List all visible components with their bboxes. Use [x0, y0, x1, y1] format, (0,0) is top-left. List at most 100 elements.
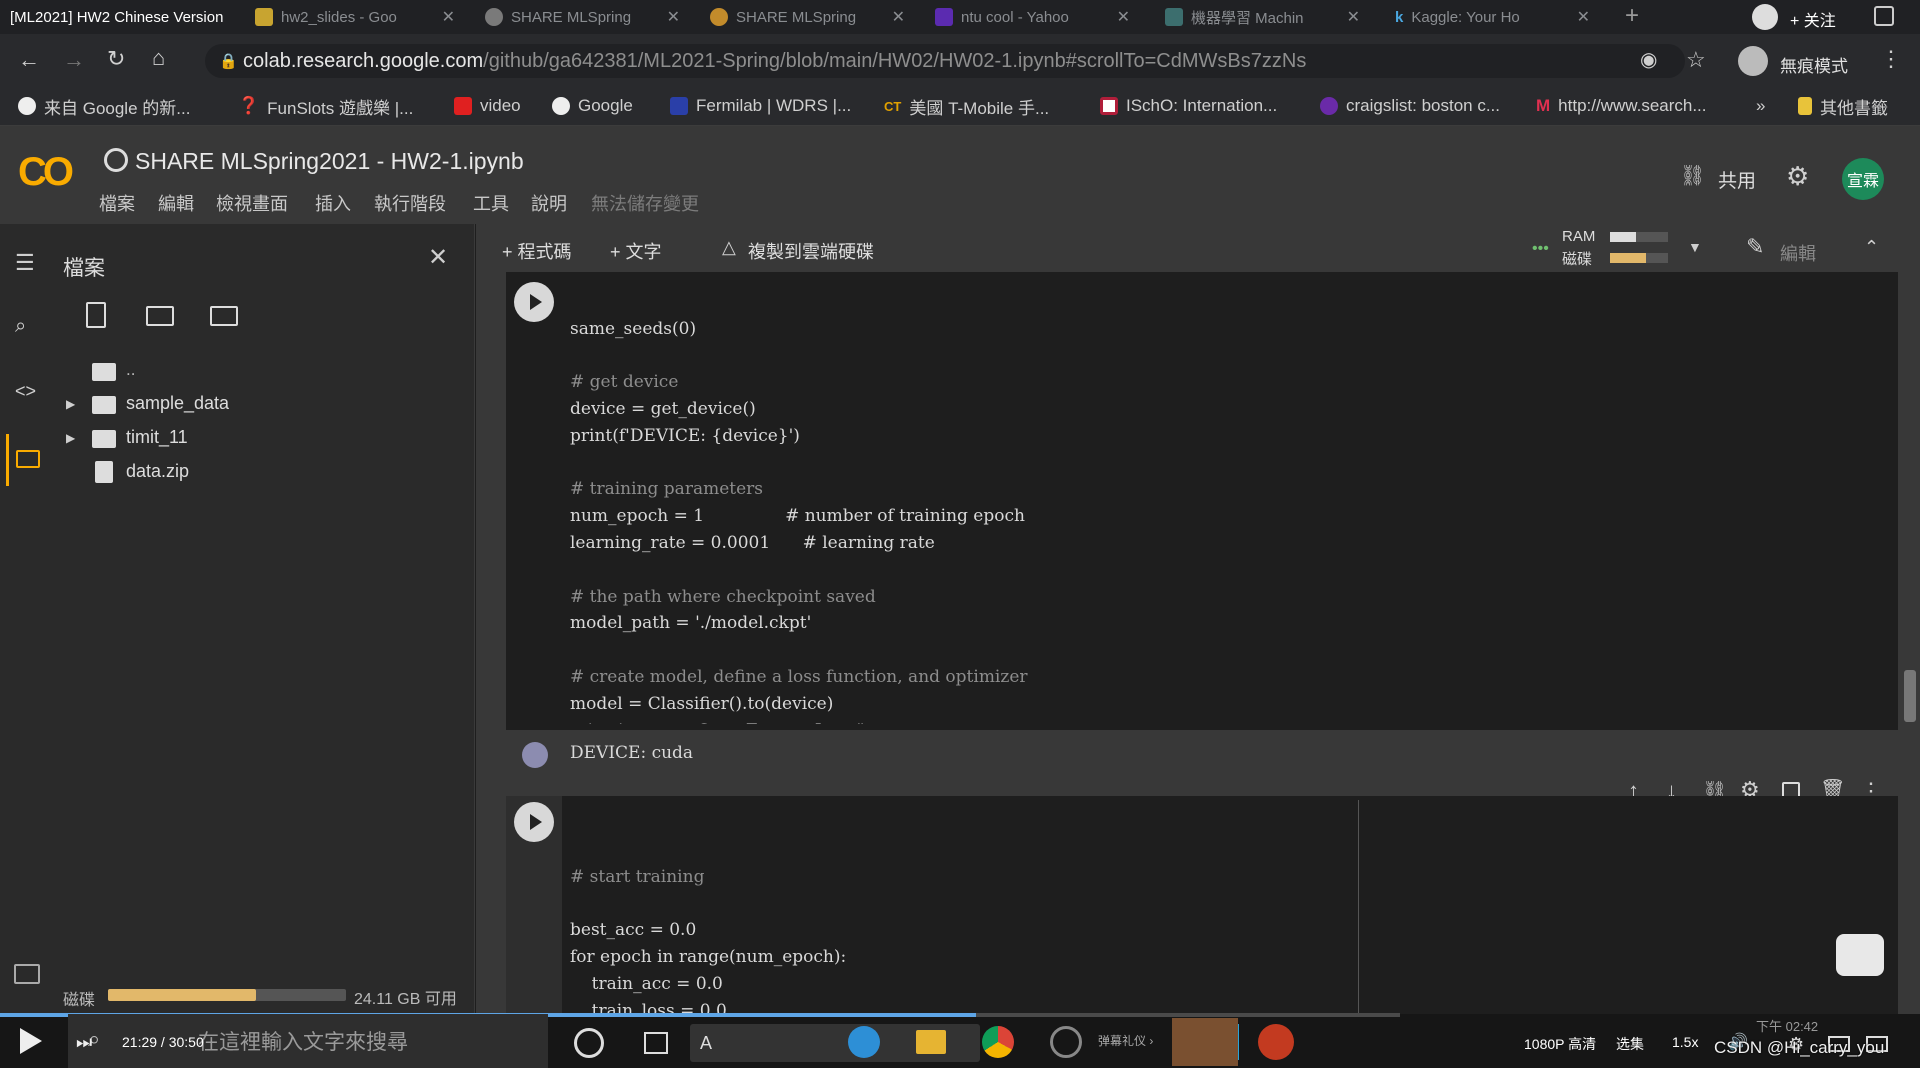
play-icon[interactable]	[20, 1028, 42, 1054]
toc-icon[interactable]: ☰	[15, 252, 35, 274]
tab-machine-learning[interactable]: 機器學習 Machin ✕	[1155, 2, 1370, 32]
add-text-button[interactable]: + 文字	[610, 238, 662, 264]
tab-kaggle[interactable]: k Kaggle: Your Ho ✕	[1385, 2, 1600, 32]
bookmark-google[interactable]: Google	[552, 94, 633, 118]
bilibili-tv-icon[interactable]	[1836, 934, 1884, 976]
expand-caret-icon[interactable]: ▶	[66, 398, 75, 410]
menu-runtime[interactable]: 執行階段	[374, 190, 446, 216]
close-icon[interactable]: ✕	[892, 7, 905, 27]
incognito-avatar[interactable]	[1738, 46, 1768, 76]
add-code-button[interactable]: + 程式碼	[502, 238, 572, 264]
bookmark-video[interactable]: video	[454, 94, 521, 118]
menu-file[interactable]: 檔案	[99, 190, 135, 216]
file-item-data-zip[interactable]: data.zip	[126, 461, 189, 482]
folder-icon	[92, 396, 116, 414]
quality-selector[interactable]: 1080P 高清	[1524, 1034, 1596, 1054]
unsaved-changes-notice[interactable]: 無法儲存變更	[591, 190, 699, 216]
chevron-down-icon[interactable]: ▼	[1688, 240, 1702, 254]
run-cell-button[interactable]	[514, 802, 554, 842]
search-icon[interactable]: ⌕	[15, 316, 26, 336]
close-icon[interactable]: ✕	[667, 7, 680, 27]
close-icon[interactable]: ✕	[1347, 7, 1360, 27]
uploader-avatar[interactable]	[1752, 4, 1778, 30]
bookmark-other[interactable]: 其他書籤	[1798, 94, 1888, 118]
speed-selector[interactable]: 1.5x	[1672, 1034, 1698, 1050]
code-editor-1[interactable]: same_seeds(0) # get device device = get_d…	[570, 262, 1171, 724]
task-view-icon[interactable]	[644, 1032, 668, 1054]
notebook-title[interactable]: SHARE MLSpring2021 - HW2-1.ipynb	[135, 148, 524, 175]
close-icon[interactable]: ✕	[442, 7, 455, 27]
chrome-icon[interactable]	[982, 1026, 1014, 1058]
refresh-folder-icon[interactable]	[146, 306, 174, 326]
colab-logo[interactable]: CO	[18, 150, 74, 195]
collapse-header-icon[interactable]: ⌃	[1864, 238, 1879, 256]
menu-help[interactable]: 說明	[531, 190, 567, 216]
home-icon[interactable]: ⌂	[152, 47, 165, 69]
app-active-icon[interactable]	[1172, 1018, 1238, 1066]
tab-active[interactable]: [ML2021] HW2 Chinese Version	[0, 2, 235, 32]
run-cell-button[interactable]	[514, 282, 554, 322]
file-item-parent[interactable]: ..	[126, 360, 135, 380]
bookmarks-overflow[interactable]: »	[1756, 94, 1765, 118]
user-avatar[interactable]: 宣霖	[1842, 158, 1884, 200]
file-item-timit[interactable]: timit_11	[126, 427, 188, 448]
star-icon[interactable]: ☆	[1686, 49, 1706, 71]
eye-off-icon[interactable]: ◉	[1640, 50, 1657, 70]
expand-caret-icon[interactable]: ▶	[66, 432, 75, 444]
danmaku-style-icon[interactable]: A	[700, 1033, 712, 1054]
bookmark-search[interactable]: Mhttp://www.search...	[1536, 94, 1707, 118]
terminal-icon[interactable]	[14, 964, 40, 984]
bookmark-tmobile[interactable]: CT 美國 T-Mobile 手...	[884, 94, 1049, 118]
menu-tools[interactable]: 工具	[473, 190, 509, 216]
code-line: criterion = nn.CrossEntropyLoss()	[570, 718, 1171, 724]
tab-share-mlspring-2[interactable]: SHARE MLSpring ✕	[700, 2, 915, 32]
close-icon[interactable]: ✕	[1117, 7, 1130, 27]
menu-edit[interactable]: 編輯	[158, 190, 194, 216]
reload-icon[interactable]: ↻	[107, 48, 125, 70]
follow-button[interactable]: + 关注	[1790, 7, 1836, 31]
forward-icon[interactable]: →	[63, 49, 85, 71]
app-red-icon[interactable]	[1258, 1024, 1294, 1060]
bookmark-funslots[interactable]: ❓ FunSlots 遊戲樂 |...	[238, 94, 413, 118]
bookmark-ischo[interactable]: ISchO: Internation...	[1100, 94, 1277, 118]
notebook-scrollbar[interactable]	[1904, 670, 1916, 722]
tab-hw2-slides[interactable]: hw2_slides - Goo ✕	[245, 2, 465, 32]
menu-view[interactable]: 檢視畫面	[216, 190, 288, 216]
bookmark-craigslist[interactable]: craigslist: boston c...	[1320, 94, 1500, 118]
file-item-sample-data[interactable]: sample_data	[126, 393, 229, 414]
share-button[interactable]: 共用	[1718, 166, 1756, 193]
back-icon[interactable]: ←	[18, 49, 40, 71]
episodes-button[interactable]: 选集	[1616, 1034, 1644, 1054]
tab-share-mlspring-1[interactable]: SHARE MLSpring ✕	[475, 2, 690, 32]
upload-file-icon[interactable]	[86, 302, 106, 328]
code-line: # the path where checkpoint saved	[570, 586, 876, 607]
bookmark-google-new[interactable]: 来自 Google 的新...	[18, 94, 190, 118]
menu-insert[interactable]: 插入	[315, 190, 351, 216]
folder-icon[interactable]	[16, 450, 40, 468]
bookmark-label: 来自 Google 的新...	[44, 98, 191, 118]
new-tab-icon[interactable]: +	[1625, 4, 1639, 28]
copy-to-drive-button[interactable]: 複製到雲端硬碟	[748, 238, 874, 264]
settings-gear-icon[interactable]: ⚙	[1786, 163, 1809, 189]
cortana-icon[interactable]	[574, 1028, 604, 1058]
explorer-icon[interactable]	[916, 1030, 946, 1054]
bookmark-fermilab[interactable]: Fermilab | WDRS |...	[670, 94, 851, 118]
mount-drive-icon[interactable]	[210, 306, 238, 326]
danmaku-etiquette-link[interactable]: 弹幕礼仪 ›	[1098, 1032, 1153, 1049]
next-icon[interactable]: ⏭	[76, 1032, 92, 1053]
menu-kebab-icon[interactable]: ⋮	[1880, 48, 1902, 70]
close-icon[interactable]: ✕	[1577, 7, 1590, 27]
address-bar[interactable]: 🔒 colab.research.google.com/github/ga642…	[205, 44, 1685, 78]
code-editor-2[interactable]: # start training best_acc = 0.0 for epoch…	[570, 810, 846, 1014]
code-snippets-icon[interactable]: <>	[15, 382, 36, 400]
edit-mode-button[interactable]: 編輯	[1780, 240, 1816, 266]
disk-usage-bar-toolbar[interactable]	[1610, 253, 1668, 263]
obs-icon[interactable]	[1050, 1026, 1082, 1058]
close-panel-icon[interactable]: ✕	[428, 246, 448, 270]
edge-icon[interactable]	[848, 1026, 880, 1058]
ram-usage-bar[interactable]	[1610, 232, 1668, 242]
comment-icon[interactable]	[1874, 6, 1894, 26]
code-line: num_epoch = 1 # number of training epoch	[570, 506, 1025, 527]
tab-ntu-cool[interactable]: ntu cool - Yahoo ✕	[925, 2, 1140, 32]
